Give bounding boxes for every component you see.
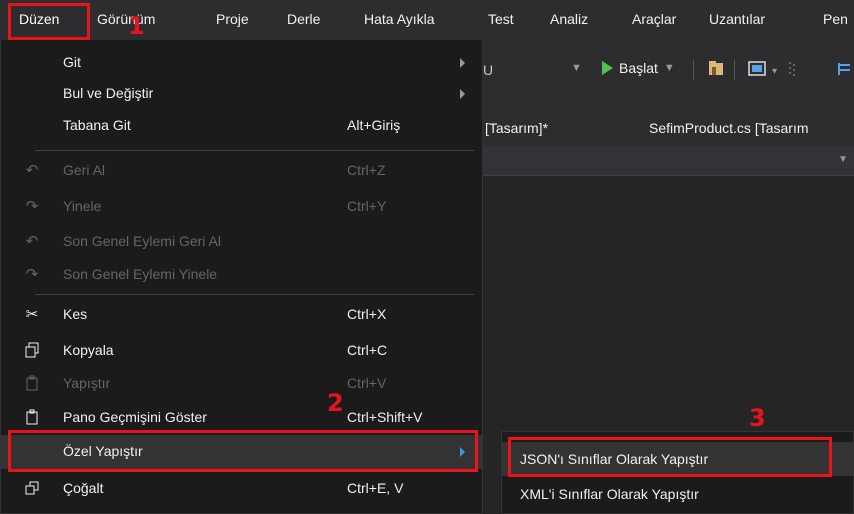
menu-item-label: Kopyala bbox=[63, 342, 114, 358]
menu-item-shortcut: Ctrl+V bbox=[347, 375, 387, 391]
menu-item-label: Son Genel Eylemi Yinele bbox=[63, 266, 218, 282]
menu-build[interactable]: Derle bbox=[287, 11, 320, 27]
toolbar-separator bbox=[693, 60, 694, 80]
menu-item-shortcut: Ctrl+Shift+V bbox=[347, 409, 423, 425]
submenu-arrow-icon bbox=[460, 89, 465, 99]
menu-item-label: Git bbox=[63, 54, 81, 70]
menu-extensions[interactable]: Uzantılar bbox=[709, 11, 765, 27]
chevron-down-icon: ▼ bbox=[838, 154, 848, 165]
menu-debug[interactable]: Hata Ayıkla bbox=[364, 11, 435, 27]
menu-item-label: Yinele bbox=[63, 198, 102, 214]
configuration-combo[interactable]: U ▼ bbox=[483, 58, 591, 84]
annotation-number-step1: 1 bbox=[128, 12, 145, 40]
scissors-icon: ✂ bbox=[25, 306, 39, 323]
menu-item-git[interactable]: Git bbox=[1, 46, 482, 80]
submenu-item-paste-json-as-classes[interactable]: JSON'ı Sınıflar Olarak Yapıştır bbox=[502, 442, 853, 476]
menu-item-label: Bul ve Değiştir bbox=[63, 85, 154, 101]
menu-item-shortcut: Ctrl+X bbox=[347, 306, 387, 322]
menu-separator bbox=[35, 294, 474, 295]
menu-item-redo-global[interactable]: ↷ Son Genel Eylemi Yinele bbox=[1, 258, 482, 292]
chevron-down-icon[interactable]: ▾ bbox=[772, 66, 782, 86]
menu-separator bbox=[35, 150, 474, 151]
menu-item-redo[interactable]: ↷ Yinele Ctrl+Y bbox=[1, 190, 482, 224]
redo-icon: ↷ bbox=[25, 198, 39, 215]
menu-item-label: Geri Al bbox=[63, 162, 106, 178]
undo-icon: ↶ bbox=[25, 233, 39, 250]
tab-designer[interactable]: [Tasarım]* bbox=[485, 120, 548, 136]
paste-icon bbox=[23, 375, 41, 393]
annotation-number-step3: 3 bbox=[749, 404, 766, 432]
play-icon bbox=[602, 61, 613, 75]
submenu-arrow-icon bbox=[460, 58, 465, 68]
chevron-down-icon: ▼ bbox=[663, 62, 675, 74]
chevron-down-icon: ▼ bbox=[571, 62, 582, 74]
menu-item-go-to-base[interactable]: Tabana Git Alt+Giriş bbox=[1, 109, 482, 143]
menu-tools[interactable]: Araçlar bbox=[632, 11, 676, 27]
menu-test[interactable]: Test bbox=[488, 11, 514, 27]
menu-item-label: Son Genel Eylemi Geri Al bbox=[63, 233, 221, 249]
menu-item-label: Özel Yapıştır bbox=[63, 443, 143, 459]
menu-item-label: Kes bbox=[63, 306, 88, 322]
undo-icon: ↶ bbox=[25, 162, 39, 179]
annotation-number-step2: 2 bbox=[327, 389, 344, 417]
start-button-label: Başlat bbox=[619, 60, 658, 76]
edit-menu: Git Bul ve Değiştir Tabana Git Alt+Giriş… bbox=[0, 40, 483, 514]
menu-item-shortcut: Ctrl+Y bbox=[347, 198, 387, 214]
menu-window[interactable]: Pen bbox=[823, 11, 848, 27]
toolbar-grip-icon bbox=[788, 59, 796, 79]
menu-project[interactable]: Proje bbox=[216, 11, 249, 27]
step-icon[interactable] bbox=[836, 59, 854, 79]
menu-item-paste[interactable]: Yapıştır Ctrl+V bbox=[1, 367, 482, 401]
menu-item-shortcut: Ctrl+Z bbox=[347, 162, 386, 178]
menu-item-undo-global[interactable]: ↶ Son Genel Eylemi Geri Al bbox=[1, 225, 482, 259]
menu-item-label: Çoğalt bbox=[63, 480, 104, 496]
menu-item-find-replace[interactable]: Bul ve Değiştir bbox=[1, 77, 482, 111]
menu-item-label: Pano Geçmişini Göster bbox=[63, 409, 207, 425]
paste-special-submenu: JSON'ı Sınıflar Olarak Yapıştır XML'i Sı… bbox=[501, 431, 854, 514]
clipboard-icon bbox=[23, 409, 41, 427]
menu-view[interactable]: Görünüm bbox=[97, 11, 155, 27]
toolbar-separator bbox=[734, 60, 735, 80]
document-tabs: [Tasarım]* SefimProduct.cs [Tasarım bbox=[483, 114, 854, 144]
menu-item-label: Yapıştır bbox=[63, 375, 111, 391]
submenu-arrow-icon bbox=[460, 447, 465, 457]
configuration-combo-text: U bbox=[483, 62, 494, 78]
copy-icon bbox=[23, 342, 41, 360]
menu-analyze[interactable]: Analiz bbox=[550, 11, 588, 27]
submenu-item-paste-xml-as-classes[interactable]: XML'i Sınıflar Olarak Yapıştır bbox=[502, 477, 853, 511]
menu-edit[interactable]: Düzen bbox=[19, 11, 59, 27]
duplicate-icon bbox=[23, 480, 41, 498]
browser-icon[interactable] bbox=[746, 59, 768, 79]
start-button[interactable]: Başlat ▼ bbox=[602, 60, 675, 76]
menu-item-shortcut: Ctrl+C bbox=[347, 342, 388, 358]
menu-item-duplicate[interactable]: Çoğalt Ctrl+E, V bbox=[1, 472, 482, 506]
submenu-item-label: JSON'ı Sınıflar Olarak Yapıştır bbox=[520, 451, 709, 467]
menu-item-shortcut: Ctrl+E, V bbox=[347, 480, 404, 496]
menu-item-cut[interactable]: ✂ Kes Ctrl+X bbox=[1, 298, 482, 332]
redo-icon: ↷ bbox=[25, 266, 39, 283]
menu-item-clipboard-history[interactable]: Pano Geçmişini Göster Ctrl+Shift+V bbox=[1, 401, 482, 435]
menu-item-undo[interactable]: ↶ Geri Al Ctrl+Z bbox=[1, 154, 482, 188]
navigation-bar[interactable]: ▼ bbox=[483, 146, 854, 176]
menu-item-shortcut: Alt+Giriş bbox=[347, 117, 401, 133]
folder-icon[interactable] bbox=[706, 59, 728, 79]
menu-item-copy[interactable]: Kopyala Ctrl+C bbox=[1, 334, 482, 368]
tab-sefimproduct[interactable]: SefimProduct.cs [Tasarım bbox=[649, 120, 809, 136]
submenu-item-label: XML'i Sınıflar Olarak Yapıştır bbox=[520, 486, 699, 502]
menu-item-label: Tabana Git bbox=[63, 117, 131, 133]
menu-item-paste-special[interactable]: Özel Yapıştır bbox=[1, 435, 482, 469]
